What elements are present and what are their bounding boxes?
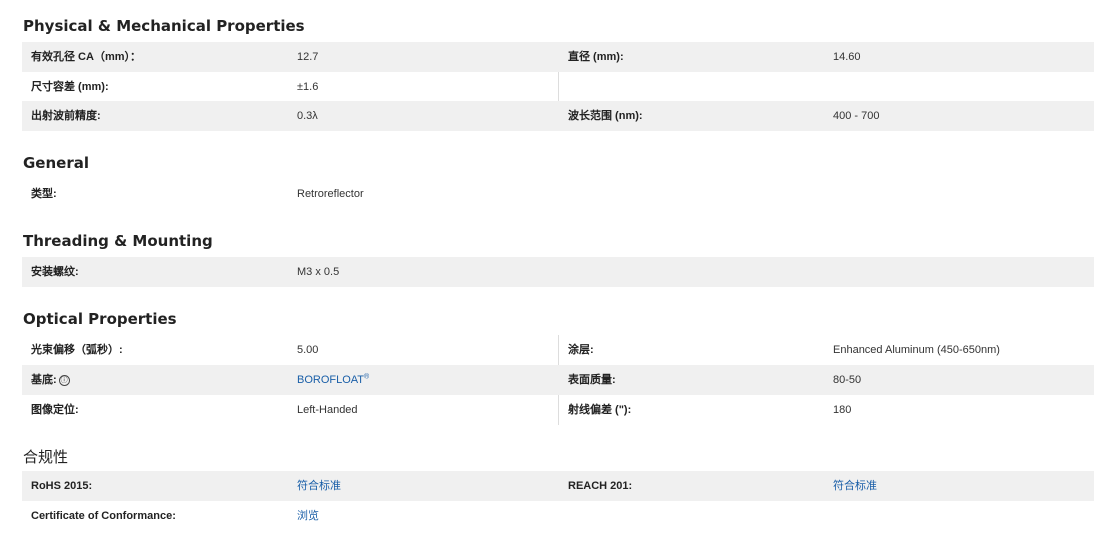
mounting-thread-label: 安装螺纹: [31,266,79,278]
certificate-label: Certificate of Conformance: [31,510,176,522]
section-title-general: General [23,154,89,172]
beam-deviation-value: 5.00 [297,344,319,356]
reach-value-cell: 符合标准 [833,471,877,501]
image-orientation-label: 图像定位: [31,404,79,416]
dimensional-tolerance-label: 尺寸容差 (mm): [31,81,109,93]
surface-quality-label: 表面质量: [568,374,616,386]
coating-label: 涂层: [568,344,594,356]
wavelength-range-value: 400 - 700 [833,110,880,122]
spec-row: 基底: ⓘ BOROFLOAT® 表面质量: 80-50 [22,365,1094,395]
info-icon[interactable]: ⓘ [58,374,70,386]
reach-link[interactable]: 符合标准 [833,480,877,492]
spec-row: 有效孔径 CA（mm）： 12.7 直径 (mm): 14.60 [22,42,1094,72]
spec-row: 光束偏移（弧秒）: 5.00 涂层: Enhanced Aluminum (45… [22,335,1094,365]
substrate-label-cell: 基底: ⓘ [31,365,70,395]
certificate-view-link[interactable]: 浏览 [297,510,319,522]
mounting-thread-value: M3 x 0.5 [297,266,340,278]
wavefront-accuracy-label: 出射波前精度: [31,110,101,122]
dimensional-tolerance-value: ±1.6 [297,81,319,93]
wavefront-accuracy-value: 0.3λ [297,110,318,122]
beam-deviation-label: 光束偏移（弧秒）: [31,344,123,356]
ray-deviation-value: 180 [833,404,852,416]
image-orientation-value: Left-Handed [297,404,358,416]
spec-row: 尺寸容差 (mm): ±1.6 [22,72,1094,102]
diameter-value: 14.60 [833,51,861,63]
substrate-link[interactable]: BOROFLOAT [297,374,364,386]
spec-row: RoHS 2015: 符合标准 REACH 201: 符合标准 [22,471,1094,501]
rohs-label: RoHS 2015: [31,480,93,492]
rohs-value-cell: 符合标准 [297,471,341,501]
clear-aperture-value: 12.7 [297,51,319,63]
type-value: Retroreflector [297,188,364,200]
type-label: 类型: [31,188,57,200]
wavelength-range-label: 波长范围 (nm): [568,110,643,122]
substrate-value-cell: BOROFLOAT® [297,365,369,395]
substrate-label: 基底: [31,374,57,386]
coating-value: Enhanced Aluminum (450-650nm) [833,344,1000,356]
surface-quality-value: 80-50 [833,374,862,386]
diameter-label: 直径 (mm): [568,51,624,63]
section-title-threading: Threading & Mounting [23,232,213,250]
section-title-physical: Physical & Mechanical Properties [23,17,305,35]
reach-label: REACH 201: [568,480,633,492]
rohs-link[interactable]: 符合标准 [297,480,341,492]
ray-deviation-label: 射线偏差 ("): [568,404,632,416]
spec-row: 图像定位: Left-Handed 射线偏差 ("): 180 [22,395,1094,425]
spec-row: 类型: Retroreflector [22,179,1094,209]
spec-row: 安装螺纹: M3 x 0.5 [22,257,1094,287]
certificate-value-cell: 浏览 [297,501,319,531]
section-title-optical: Optical Properties [23,310,177,328]
section-title-compliance: 合规性 [23,448,69,466]
spec-row: 出射波前精度: 0.3λ 波长范围 (nm): 400 - 700 [22,101,1094,131]
registered-mark: ® [364,373,370,381]
spec-row: Certificate of Conformance: 浏览 [22,501,1094,531]
clear-aperture-label: 有效孔径 CA（mm）： [31,51,142,63]
specifications-panel: Physical & Mechanical Properties 有效孔径 CA… [0,0,1101,549]
